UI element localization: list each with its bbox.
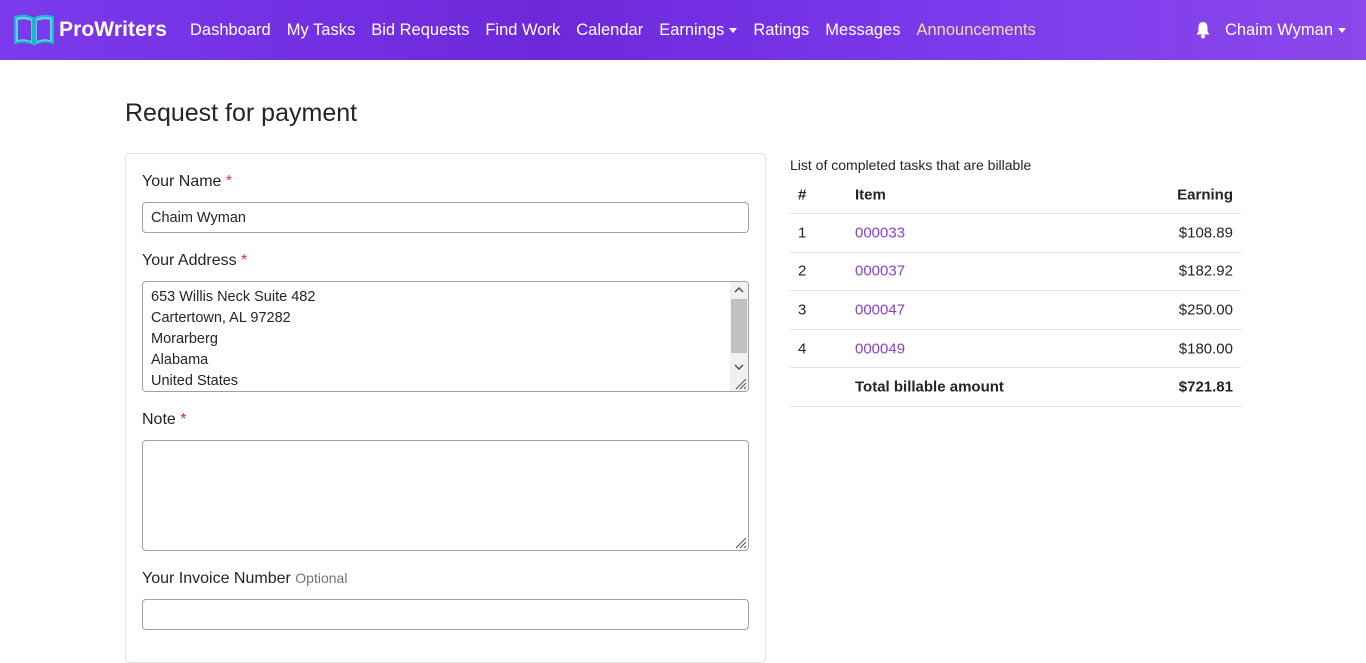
optional-hint: Optional [295, 570, 348, 586]
bell-icon[interactable] [1195, 21, 1211, 39]
address-line: United States [151, 373, 239, 389]
row-earning: $108.89 [1178, 224, 1233, 242]
table-row: 3 000047 $250.00 [790, 291, 1241, 330]
total-row: Total billable amount $721.81 [790, 368, 1241, 407]
nav-calendar[interactable]: Calendar [568, 21, 651, 40]
address-line: Morarberg [151, 331, 218, 347]
table-row: 1 000033 $108.89 [790, 214, 1241, 253]
note-label-text: Note [142, 411, 176, 428]
nav-my-tasks[interactable]: My Tasks [279, 21, 363, 40]
caret-down-icon [729, 27, 738, 33]
row-num: 2 [798, 262, 807, 280]
invoice-label: Your Invoice Number Optional [142, 570, 347, 588]
nav-announcements[interactable]: Announcements [908, 21, 1043, 40]
tasks-caption: List of completed tasks that are billabl… [790, 157, 1032, 173]
main-nav: Dashboard My Tasks Bid Requests Find Wor… [182, 0, 1044, 60]
nav-earnings-label: Earnings [659, 20, 725, 39]
name-label-text: Your Name [142, 173, 222, 190]
nav-right: Chaim Wyman [1195, 0, 1346, 60]
table-row: 4 000049 $180.00 [790, 330, 1241, 369]
header-earning: Earning [1177, 186, 1233, 204]
row-num: 3 [798, 301, 807, 319]
address-scrollbar[interactable] [730, 282, 748, 391]
task-link[interactable]: 000047 [855, 301, 905, 318]
address-lines: 653 Willis Neck Suite 482 Cartertown, AL… [151, 287, 316, 391]
row-num: 1 [798, 224, 807, 242]
address-line: 653 Willis Neck Suite 482 [151, 289, 316, 305]
row-earning: $250.00 [1178, 301, 1233, 319]
caret-down-icon [1338, 27, 1346, 33]
user-menu[interactable]: Chaim Wyman [1225, 21, 1346, 40]
resize-grip-icon[interactable] [734, 377, 747, 390]
address-label-text: Your Address [142, 252, 237, 269]
row-num: 4 [798, 340, 807, 358]
table-row: 2 000037 $182.92 [790, 253, 1241, 292]
row-earning: $182.92 [1178, 262, 1233, 280]
name-field[interactable]: Chaim Wyman [142, 202, 749, 233]
address-line: Cartertown, AL 97282 [151, 310, 291, 326]
payment-request-form: Your Name * Chaim Wyman Your Address * 6… [125, 153, 766, 663]
nav-find-work[interactable]: Find Work [477, 21, 568, 40]
task-link[interactable]: 000037 [855, 263, 905, 280]
note-field[interactable] [142, 440, 749, 551]
required-mark: * [241, 252, 248, 269]
address-label: Your Address * [142, 252, 247, 270]
task-link[interactable]: 000049 [855, 340, 905, 357]
scrollbar-thumb[interactable] [731, 299, 747, 353]
resize-grip-icon[interactable] [734, 536, 747, 549]
user-name: Chaim Wyman [1224, 20, 1333, 39]
page-title: Request for payment [125, 99, 358, 127]
brand-name: ProWriters [59, 18, 167, 41]
total-value: $721.81 [1178, 378, 1233, 396]
table-header-row: # Item Earning [790, 177, 1241, 214]
nav-earnings-dropdown[interactable]: Earnings [651, 21, 745, 40]
nav-messages[interactable]: Messages [817, 21, 908, 40]
scroll-down-icon[interactable] [730, 359, 748, 375]
brand[interactable]: ProWriters [12, 12, 167, 48]
invoice-number-field[interactable] [142, 599, 749, 630]
invoice-label-text: Your Invoice Number [142, 570, 291, 587]
billable-tasks-table: # Item Earning 1 000033 $108.89 2 000037… [790, 177, 1241, 407]
header-num: # [798, 186, 807, 204]
name-label: Your Name * [142, 173, 232, 191]
task-link[interactable]: 000033 [855, 224, 905, 241]
address-line: Alabama [151, 352, 209, 368]
name-field-value: Chaim Wyman [151, 209, 246, 226]
total-label: Total billable amount [855, 378, 1004, 396]
header-item: Item [855, 186, 886, 204]
row-earning: $180.00 [1178, 340, 1233, 358]
note-label: Note * [142, 411, 186, 429]
nav-bid-requests[interactable]: Bid Requests [363, 21, 477, 40]
book-logo-icon [14, 14, 54, 46]
nav-ratings[interactable]: Ratings [745, 21, 817, 40]
top-navbar: ProWriters Dashboard My Tasks Bid Reques… [0, 0, 1366, 60]
required-mark: * [180, 411, 187, 428]
nav-dashboard[interactable]: Dashboard [182, 21, 279, 40]
address-field[interactable]: 653 Willis Neck Suite 482 Cartertown, AL… [142, 281, 749, 392]
required-mark: * [225, 173, 233, 190]
scroll-up-icon[interactable] [730, 282, 748, 298]
